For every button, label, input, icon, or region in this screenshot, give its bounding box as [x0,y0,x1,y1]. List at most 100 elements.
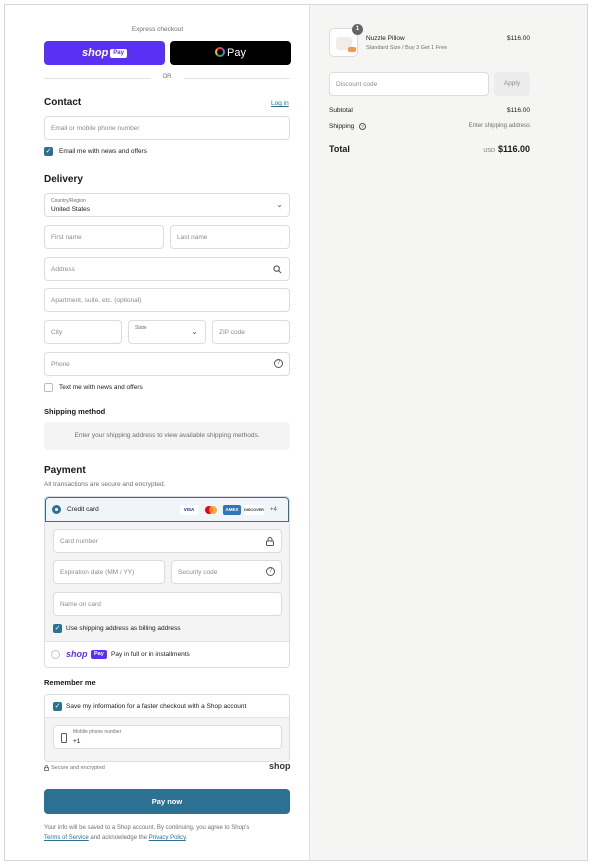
state-select[interactable]: State ⌄ [128,320,206,344]
country-value: United States [51,206,91,213]
shipping-method-notice: Enter your shipping address to view avai… [44,422,290,450]
save-info-label: Save my information for a faster checkou… [66,703,247,710]
shop-pay-badge: Pay [110,49,127,58]
first-name-field[interactable]: First name [44,225,164,249]
mobile-panel: Mobile phone number +1 [45,717,289,761]
remember-me-box: ✓ Save my information for a faster check… [44,694,290,762]
credit-card-option[interactable]: Credit card VISA AMEX DISCOVER +4 [45,497,289,522]
total-currency: USD [483,148,495,154]
payment-options: Credit card VISA AMEX DISCOVER +4 Card n… [44,496,290,668]
product-name: Nuzzle Pillow [366,35,405,42]
terms-link[interactable]: Terms of Service [44,835,89,841]
payment-subheading: All transactions are secure and encrypte… [44,481,166,488]
first-name-placeholder: First name [51,234,82,241]
country-label: Country/Region [51,198,86,204]
state-label: State [135,325,147,331]
phone-placeholder: Phone [51,361,70,368]
text-me-label: Text me with news and offers [59,384,143,391]
text-me-checkbox[interactable] [44,383,53,392]
zip-placeholder: ZIP code [219,329,245,336]
zip-field[interactable]: ZIP code [212,320,290,344]
apply-discount-button[interactable]: Apply [494,72,530,96]
pillow-tag-image [348,47,356,52]
shop-pay-badge: Pay [91,650,107,659]
city-field[interactable]: City [44,320,122,344]
shop-pay-radio[interactable] [51,650,60,659]
secure-label: Secure and encrypted [51,765,105,771]
address-field[interactable]: Address [44,257,290,281]
subtotal-label: Subtotal [329,107,353,114]
save-info-checkbox[interactable]: ✓ [53,702,62,711]
divider-left [44,78,150,79]
privacy-link[interactable]: Privacy Policy [149,835,186,841]
credit-card-label: Credit card [67,506,99,513]
help-icon[interactable]: ? [266,567,275,576]
amex-icon: AMEX [223,505,241,515]
contact-heading: Contact [44,97,82,108]
discount-placeholder: Discount code [336,81,378,88]
mobile-phone-icon [61,733,67,743]
discount-code-field[interactable]: Discount code [329,72,489,96]
legal-and: and acknowledge the [90,835,148,841]
google-pay-label: Pay [226,47,246,59]
credit-card-radio[interactable] [52,505,61,514]
email-field[interactable]: Email or mobile phone number [44,116,290,140]
product-price: $116.00 [506,35,530,42]
last-name-field[interactable]: Last name [170,225,290,249]
shop-logo: shop [269,761,291,771]
total-amount: USD $116.00 [483,144,530,154]
lock-icon [44,765,49,771]
visa-icon: VISA [180,505,198,515]
legal-period: . [185,835,188,841]
apartment-field[interactable]: Apartment, suite, etc. (optional) [44,288,290,312]
card-number-field[interactable]: Card number [53,529,282,553]
last-name-placeholder: Last name [177,234,208,241]
discover-icon: DISCOVER [244,505,264,515]
pay-now-button[interactable]: Pay now [44,789,290,814]
security-code-field[interactable]: Security code ? [171,560,282,584]
quantity-badge: 1 [352,24,363,35]
apartment-placeholder: Apartment, suite, etc. (optional) [51,297,142,304]
delivery-heading: Delivery [44,174,83,185]
name-on-card-field[interactable]: Name on card [53,592,282,616]
name-on-card-placeholder: Name on card [60,601,101,608]
phone-field[interactable]: Phone ? [44,352,290,376]
mobile-phone-value: +1 [73,738,81,745]
shipping-method-heading: Shipping method [44,407,106,416]
more-cards-count: +4 [270,507,277,513]
google-g-icon [215,47,226,57]
billing-same-checkbox[interactable]: ✓ [53,624,62,633]
expiration-field[interactable]: Expiration date (MM / YY) [53,560,165,584]
legal-line: Your info will be saved to a Shop accoun… [44,825,250,831]
shipping-help-icon[interactable]: ? [359,123,366,130]
login-link[interactable]: Log in [271,100,289,107]
expiration-placeholder: Expiration date (MM / YY) [60,569,135,576]
shipping-label: Shipping [329,123,355,130]
shop-pay-button[interactable]: shop Pay [44,41,165,65]
subtotal-value: $116.00 [506,107,530,114]
address-placeholder: Address [51,266,75,273]
billing-same-label: Use shipping address as billing address [66,625,181,632]
remember-me-heading: Remember me [44,678,96,687]
mobile-phone-field[interactable]: Mobile phone number +1 [53,725,282,749]
shop-pay-option-label: Pay in full or in installments [111,651,190,658]
security-code-placeholder: Security code [178,569,218,576]
city-placeholder: City [51,329,63,336]
shipping-value: Enter shipping address [468,123,530,129]
help-icon[interactable]: ? [274,359,283,368]
lock-icon [266,537,274,546]
google-pay-button[interactable]: Pay [170,41,291,65]
card-number-placeholder: Card number [60,538,98,545]
country-select[interactable]: Country/Region United States ⌄ [44,193,290,217]
newsletter-checkbox[interactable]: ✓ [44,147,53,156]
legal-text: Your info will be saved to a Shop accoun… [44,823,294,843]
total-label: Total [329,144,350,154]
total-value: $116.00 [497,144,530,154]
newsletter-label: Email me with news and offers [59,148,148,155]
shop-pay-wordmark: shop [82,47,109,59]
product-variant: Standard Size / Buy 3 Get 1 Free [366,45,448,51]
chevron-down-icon: ⌄ [276,200,283,209]
payment-heading: Payment [44,465,86,476]
express-checkout-title: Express checkout [131,26,184,33]
shop-pay-option[interactable]: shop Pay Pay in full or in installments [45,641,289,667]
